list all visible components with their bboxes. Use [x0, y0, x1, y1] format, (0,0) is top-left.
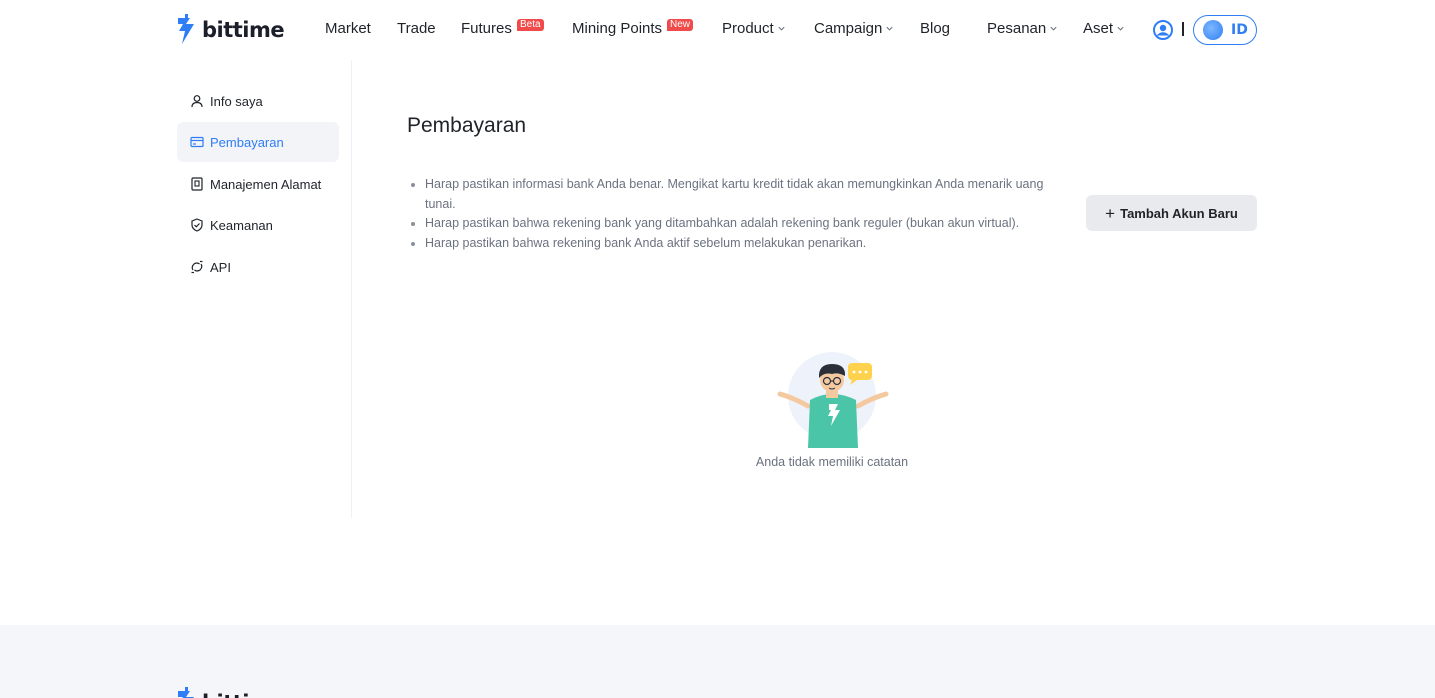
page-title: Pembayaran	[407, 114, 527, 137]
note-item: Harap pastikan bahwa rekening bank Anda …	[407, 234, 1067, 254]
account-icon[interactable]	[1153, 20, 1173, 40]
bittime-logo-icon	[178, 14, 194, 44]
api-icon	[191, 260, 203, 274]
note-item: Harap pastikan bahwa rekening bank yang …	[407, 214, 1067, 234]
nav-orders[interactable]: Pesanan	[987, 20, 1058, 37]
add-new-account-button[interactable]: + Tambah Akun Baru	[1086, 195, 1257, 231]
nav-market-label: Market	[325, 20, 371, 37]
nav-blog[interactable]: Blog	[920, 20, 950, 37]
account-sidebar: Info saya Pembayaran Manajemen Alamat Ke…	[176, 60, 352, 518]
sidebar-item-label: Manajemen Alamat	[210, 176, 322, 192]
header-divider	[1182, 22, 1184, 36]
bittime-logo[interactable]: bittime	[176, 14, 285, 46]
nav-campaign-label: Campaign	[814, 20, 883, 37]
chevron-down-icon	[1050, 26, 1057, 31]
nav-campaign[interactable]: Campaign	[814, 20, 894, 37]
empty-state-text: Anda tidak memiliki catatan	[755, 455, 909, 469]
sidebar-item-api[interactable]: API	[177, 247, 339, 287]
nav-trade[interactable]: Trade	[397, 20, 436, 37]
nav-orders-label: Pesanan	[987, 20, 1047, 37]
beta-badge: Beta	[517, 19, 544, 31]
address-book-icon	[191, 177, 203, 191]
nav-product[interactable]: Product	[722, 20, 786, 37]
chevron-down-icon	[1117, 26, 1124, 31]
footer-logo[interactable]: bittime	[176, 687, 285, 698]
add-button-label: Tambah Akun Baru	[1120, 205, 1238, 221]
sidebar-item-security[interactable]: Keamanan	[177, 205, 339, 245]
nav-futures-label: Futures	[461, 20, 512, 37]
sidebar-item-info[interactable]: Info saya	[177, 81, 339, 121]
footer-brand-name: bittime	[202, 691, 285, 698]
empty-state-illustration	[777, 352, 889, 448]
plus-icon: +	[1105, 203, 1116, 223]
globe-icon	[1203, 20, 1223, 40]
nav-assets[interactable]: Aset	[1083, 20, 1125, 37]
language-code: ID	[1231, 22, 1248, 38]
language-switcher[interactable]: ID	[1193, 15, 1257, 45]
chevron-down-icon	[886, 26, 893, 31]
sidebar-item-label: Keamanan	[210, 217, 273, 233]
nav-futures[interactable]: Futures Beta	[461, 19, 544, 37]
shield-icon	[191, 218, 203, 232]
nav-trade-label: Trade	[397, 20, 436, 37]
top-navbar: bittime Market Trade Futures Beta Mining…	[0, 0, 1435, 60]
nav-mining-label: Mining Points	[572, 20, 663, 37]
nav-market[interactable]: Market	[325, 20, 371, 37]
sidebar-item-label: Pembayaran	[210, 134, 284, 150]
note-item: Harap pastikan informasi bank Anda benar…	[407, 175, 1067, 214]
new-badge: New	[667, 19, 694, 31]
sidebar-item-label: Info saya	[210, 93, 263, 109]
brand-name: bittime	[202, 18, 285, 42]
sidebar-item-payment[interactable]: Pembayaran	[177, 122, 339, 162]
footer: bittime	[0, 625, 1435, 698]
sidebar-item-label: API	[210, 259, 231, 275]
nav-assets-label: Aset	[1083, 20, 1114, 37]
nav-blog-label: Blog	[920, 20, 951, 37]
user-icon	[191, 95, 203, 108]
nav-product-label: Product	[722, 20, 774, 37]
nav-mining-points[interactable]: Mining Points New	[572, 19, 694, 37]
payment-notes: Harap pastikan informasi bank Anda benar…	[407, 175, 1067, 253]
bittime-logo-icon	[178, 687, 194, 698]
card-icon	[190, 136, 204, 148]
sidebar-item-address[interactable]: Manajemen Alamat	[177, 164, 339, 204]
chevron-down-icon	[778, 26, 785, 31]
